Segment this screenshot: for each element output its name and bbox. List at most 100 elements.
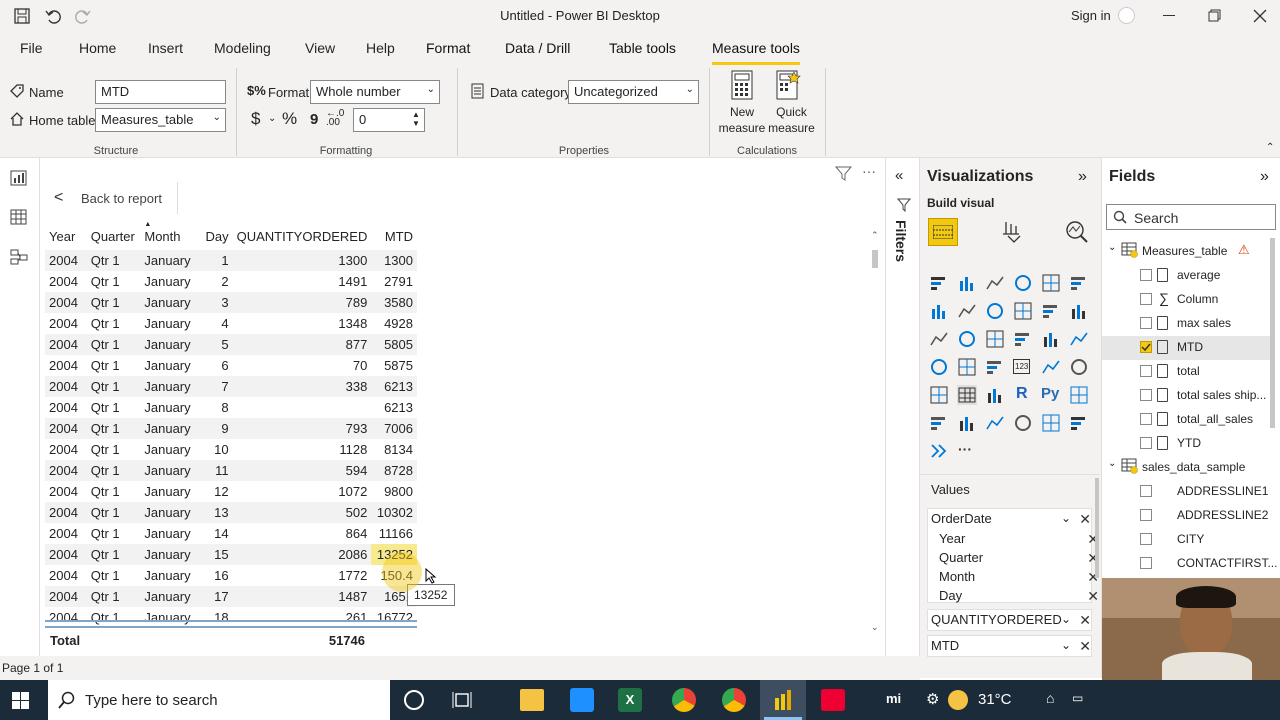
data-view-icon[interactable] (10, 209, 28, 225)
expand-pane-icon[interactable]: » (1078, 168, 1087, 186)
battery-icon[interactable]: ▭ (1072, 691, 1083, 705)
field-checkbox[interactable] (1140, 533, 1152, 545)
more-options-icon[interactable]: ··· (862, 163, 876, 179)
col-header-day[interactable]: Day (198, 222, 233, 250)
home-table-select[interactable]: Measures_table ⌄ (95, 108, 226, 132)
report-view-icon[interactable] (10, 170, 28, 186)
waterfall-visual-icon[interactable] (929, 329, 949, 349)
tab-data-drill[interactable]: Data / Drill (505, 40, 570, 56)
card-visual-icon[interactable]: 123 (1013, 357, 1033, 377)
table-row[interactable]: 2004 Qtr 1 January 13 502 10302 (45, 502, 417, 523)
clustered-column-visual-icon[interactable] (1013, 273, 1033, 293)
table-row[interactable]: 2004 Qtr 1 January 16 1772 150.4 (45, 565, 417, 586)
table-row[interactable]: 2004 Qtr 1 January 12 1072 9800 (45, 481, 417, 502)
table-row[interactable]: 2004 Qtr 1 January 6 70 5875 (45, 355, 417, 376)
table-visual-icon[interactable] (957, 385, 977, 405)
avatar[interactable] (1118, 7, 1135, 24)
collapse-filters-icon[interactable]: « (895, 167, 903, 184)
area-visual-icon[interactable] (957, 301, 977, 321)
filters-pane[interactable]: « Filters (887, 158, 920, 678)
donut-visual-icon[interactable] (1041, 329, 1061, 349)
well-mtd[interactable]: MTD ⌄ ✕ (927, 635, 1092, 657)
sales-table-node[interactable]: ⌄ sales_data_sample (1102, 456, 1272, 480)
qa-visual-icon[interactable] (957, 413, 977, 433)
tab-help[interactable]: Help (366, 40, 395, 56)
excel-icon[interactable]: X (618, 688, 642, 712)
table-row[interactable]: 2004 Qtr 1 January 15 2086 13252 (45, 544, 417, 565)
taskbar-search[interactable]: Type here to search (48, 680, 390, 720)
decimal-icon[interactable]: ←.0.00 (326, 109, 344, 128)
col-header-quarter[interactable]: Quarter (87, 222, 141, 250)
measure-field-item[interactable]: total sales ship... (1102, 384, 1272, 408)
tab-file[interactable]: File (20, 40, 43, 56)
clustered-bar-visual-icon[interactable] (985, 273, 1005, 293)
powerbi-taskbar-button[interactable] (760, 680, 806, 720)
well-quantityordered-row[interactable]: QUANTITYORDERED ⌄ ✕ (931, 612, 1095, 631)
power-automate-visual-icon[interactable] (1069, 413, 1089, 433)
table-row[interactable]: 2004 Qtr 1 January 9 793 7006 (45, 418, 417, 439)
line-clustered-visual-icon[interactable] (1041, 301, 1061, 321)
sign-in-link[interactable]: Sign in (1071, 8, 1111, 23)
tab-table-tools[interactable]: Table tools (609, 40, 676, 56)
chevron-visual-icon[interactable] (929, 441, 949, 461)
measure-field-item[interactable]: YTD (1102, 432, 1272, 456)
decomposition-tree-visual-icon[interactable] (929, 413, 949, 433)
settings-icon[interactable]: ⚙ (926, 690, 939, 708)
matrix-visual-icon[interactable] (985, 385, 1005, 405)
field-checkbox[interactable] (1140, 437, 1152, 449)
remove-icon[interactable]: ✕ (1079, 612, 1091, 629)
sales-field-item[interactable]: ADDRESSLINE2 (1102, 504, 1272, 528)
well-day[interactable]: Day ✕ (939, 588, 1103, 607)
measure-field-item[interactable]: total (1102, 360, 1272, 384)
tab-format[interactable]: Format (426, 40, 470, 56)
r-script-visual-icon[interactable]: R (1013, 385, 1033, 405)
scroll-up-icon[interactable]: ⌃ (871, 230, 879, 241)
tab-modeling[interactable]: Modeling (214, 40, 271, 56)
measure-field-item[interactable]: average (1102, 264, 1272, 288)
sales-field-item[interactable]: ADDRESSLINE1 (1102, 480, 1272, 504)
paginated-visual-icon[interactable] (1013, 413, 1033, 433)
build-visual-tab[interactable] (928, 218, 958, 246)
well-month[interactable]: Month ✕ (939, 569, 1103, 588)
back-to-report-link[interactable]: Back to report (81, 191, 162, 206)
temperature[interactable]: 31°C (978, 691, 1012, 708)
tab-home[interactable]: Home (79, 40, 116, 56)
spinner-icon[interactable]: ▲ ▼ (412, 110, 420, 128)
tab-measure-tools[interactable]: Measure tools (712, 40, 800, 65)
tab-insert[interactable]: Insert (148, 40, 183, 56)
tab-view[interactable]: View (305, 40, 335, 56)
filter-icon[interactable] (835, 165, 853, 181)
line-visual-icon[interactable] (929, 301, 949, 321)
collapse-ribbon-icon[interactable]: ⌃ (1266, 142, 1274, 153)
weather-icon[interactable] (948, 690, 968, 710)
chrome-icon[interactable] (672, 688, 696, 712)
recorder-icon[interactable] (821, 689, 845, 711)
table-row[interactable]: 2004 Qtr 1 January 10 1128 8134 (45, 439, 417, 460)
table-visual[interactable]: Year Quarter Month ▲ Day QUANTITYORDERED … (45, 221, 417, 628)
more-visuals-icon[interactable]: ··· (958, 441, 972, 457)
close-window-icon[interactable] (1253, 9, 1267, 23)
kpi-visual-icon[interactable] (1069, 357, 1089, 377)
quick-measure-icon[interactable] (776, 70, 802, 100)
comma-button[interactable]: 9 (310, 111, 318, 128)
chevron-down-icon[interactable]: ⌄ (1061, 511, 1071, 525)
field-checkbox[interactable] (1140, 341, 1152, 353)
chevron-down-icon[interactable]: ⌄ (1061, 612, 1071, 626)
field-checkbox[interactable] (1140, 413, 1152, 425)
new-measure-button[interactable]: New measure (716, 104, 768, 136)
vertical-scrollbar[interactable] (872, 250, 878, 268)
fields-scrollbar[interactable] (1270, 238, 1275, 428)
well-quarter[interactable]: Quarter ✕ (939, 550, 1103, 569)
pane-scrollbar[interactable] (1095, 478, 1099, 578)
ribbon-visual-icon[interactable] (1069, 301, 1089, 321)
field-checkbox[interactable] (1140, 509, 1152, 521)
measures-table-node[interactable]: ⌄ Measures_table ⚠ (1102, 240, 1272, 264)
field-checkbox[interactable] (1140, 365, 1152, 377)
well-quantityordered[interactable]: QUANTITYORDERED ⌄ ✕ (927, 609, 1092, 631)
field-checkbox[interactable] (1140, 485, 1152, 497)
restore-icon[interactable] (1208, 9, 1222, 23)
key-influencers-visual-icon[interactable] (1069, 385, 1089, 405)
pie-visual-icon[interactable] (1013, 329, 1033, 349)
field-checkbox[interactable] (1140, 293, 1152, 305)
calculator-icon[interactable] (731, 70, 753, 100)
